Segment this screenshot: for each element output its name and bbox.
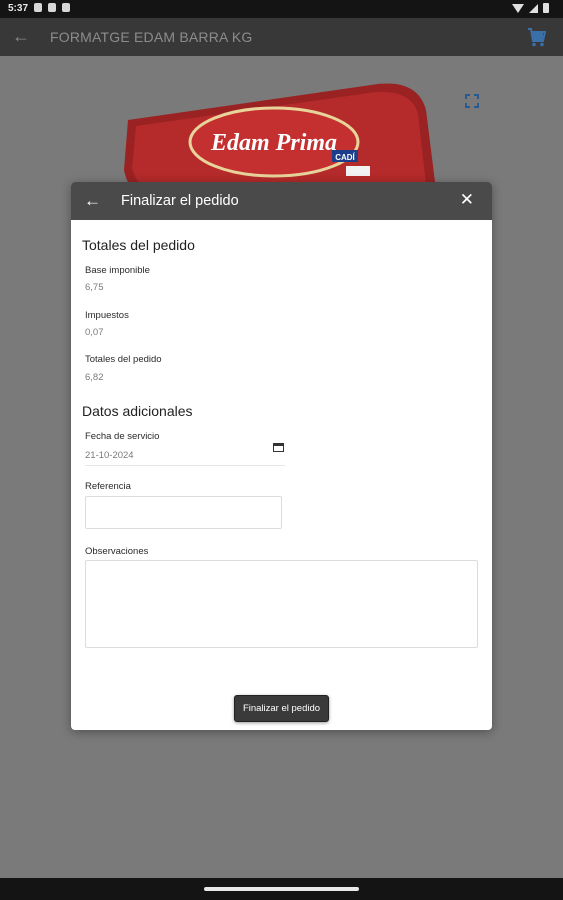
notification-icon (62, 3, 70, 12)
calendar-icon[interactable] (273, 442, 284, 452)
finalize-order-dialog: ← Finalizar el pedido ✕ Totales del pedi… (71, 182, 492, 730)
dialog-header: ← Finalizar el pedido ✕ (71, 182, 492, 220)
notes-label: Observaciones (85, 546, 149, 557)
date-field-underline (85, 465, 285, 466)
fullscreen-icon[interactable] (465, 94, 479, 108)
notification-icon (34, 3, 42, 12)
status-bar: 5:37 (0, 0, 563, 18)
app-bar: ← FORMATGE EDAM BARRA KG (0, 18, 563, 56)
product-image-brand: CADÍ (335, 153, 355, 162)
close-icon[interactable]: ✕ (460, 190, 474, 210)
navigation-bar (0, 878, 563, 900)
arrow-left-icon[interactable]: ← (84, 191, 101, 211)
base-label: Base imponible (85, 265, 150, 276)
status-time: 5:37 (8, 3, 29, 14)
reference-label: Referencia (85, 481, 131, 492)
notes-input[interactable] (85, 560, 478, 648)
home-gesture-handle[interactable] (204, 887, 359, 891)
additional-section-title: Datos adicionales (82, 403, 193, 419)
battery-icon (543, 3, 549, 13)
signal-icon (529, 3, 538, 13)
wifi-icon (512, 3, 524, 13)
base-value: 6,75 (85, 282, 104, 293)
product-image-label: Edam Prima (210, 130, 337, 156)
service-date-field[interactable]: 21-10-2024 (85, 450, 134, 461)
tax-label: Impuestos (85, 310, 129, 321)
tax-value: 0,07 (85, 327, 104, 338)
status-notification-icons (34, 3, 70, 12)
total-value: 6,82 (85, 372, 104, 383)
finalize-order-button[interactable]: Finalizar el pedido (234, 695, 329, 722)
arrow-left-icon[interactable]: ← (12, 26, 30, 46)
shopping-cart-icon[interactable] (526, 26, 546, 48)
reference-input[interactable] (85, 496, 282, 529)
dialog-title: Finalizar el pedido (121, 193, 239, 209)
page-title: FORMATGE EDAM BARRA KG (50, 29, 253, 45)
total-label: Totales del pedido (85, 354, 162, 365)
service-date-label: Fecha de servicio (85, 431, 160, 442)
totals-section-title: Totales del pedido (82, 237, 195, 253)
status-system-icons (512, 3, 549, 13)
notification-icon (48, 3, 56, 12)
